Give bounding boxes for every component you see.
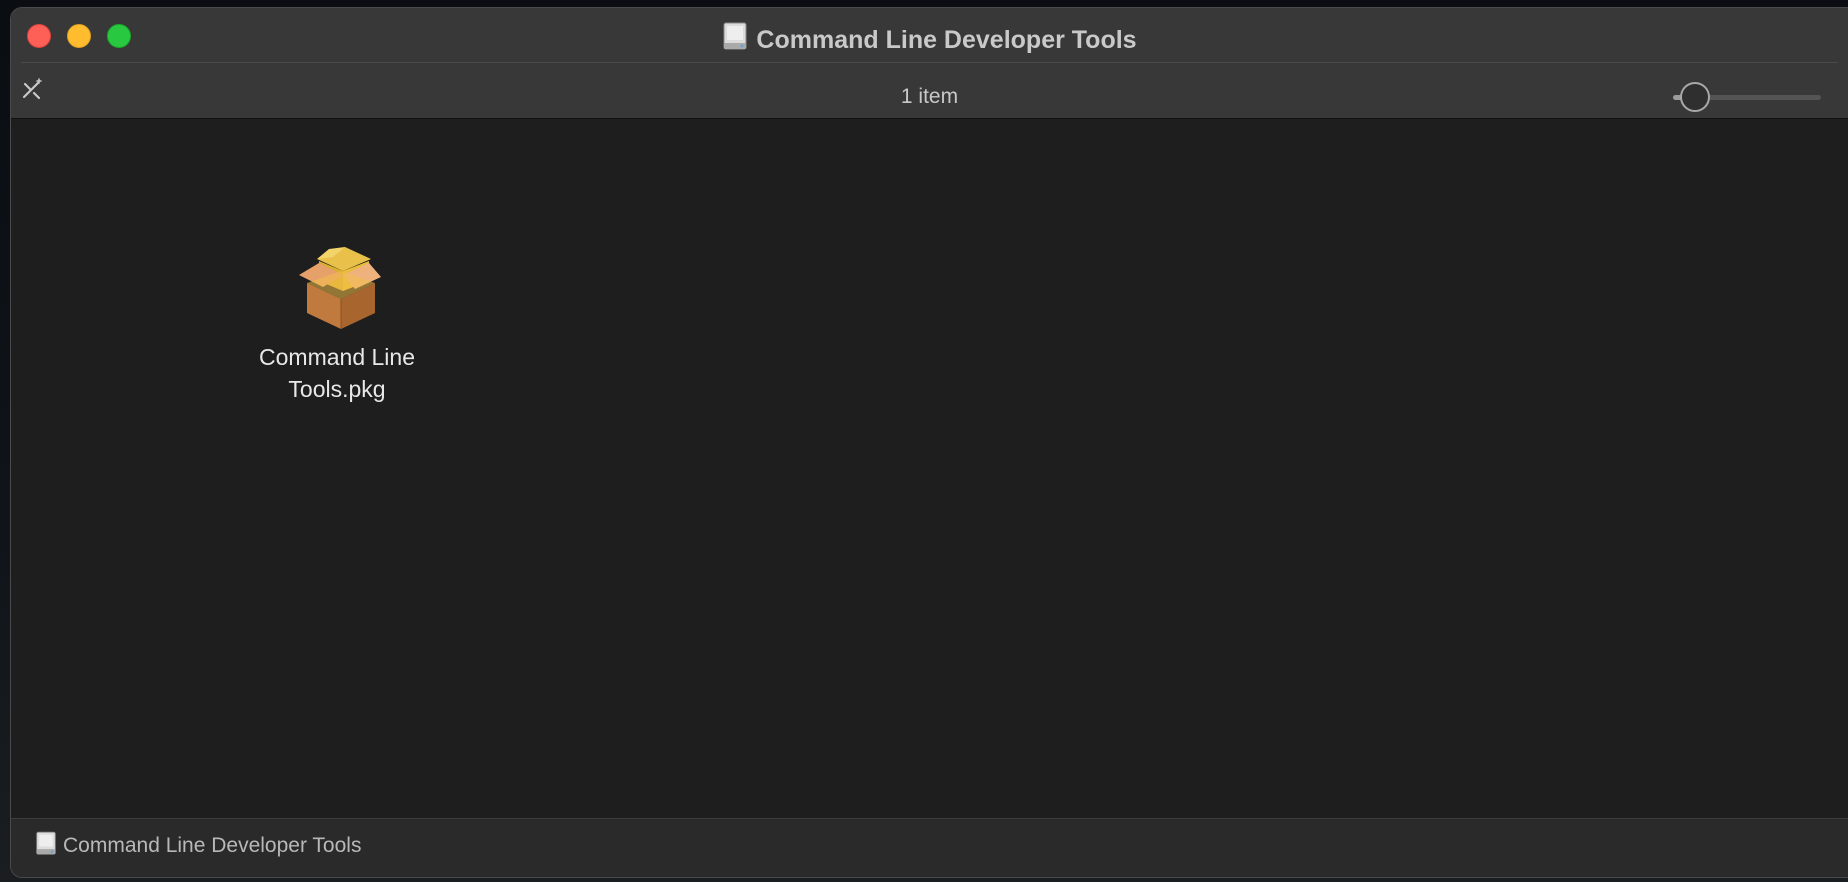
path-bar: Command Line Developer Tools <box>11 818 1848 877</box>
external-disk-icon <box>35 831 57 866</box>
window-title: Command Line Developer Tools <box>11 22 1848 60</box>
path-bar-item[interactable]: Command Line Developer Tools <box>35 831 361 866</box>
file-name-line-2: Tools.pkg <box>288 376 386 402</box>
finder-window: Command Line Developer Tools 1 item Comm… <box>10 7 1848 878</box>
file-item-command-line-tools-pkg[interactable]: Command Line Tools.pkg <box>227 241 447 405</box>
file-browser-area[interactable]: Command Line Tools.pkg <box>11 119 1848 819</box>
window-title-text: Command Line Developer Tools <box>756 26 1137 54</box>
file-name: Command Line Tools.pkg <box>227 341 447 405</box>
package-icon <box>289 241 385 331</box>
title-bar: Command Line Developer Tools 1 item <box>11 8 1848 119</box>
external-disk-icon <box>722 22 748 60</box>
path-bar-label: Command Line Developer Tools <box>63 834 362 857</box>
item-count: 1 item <box>900 85 959 108</box>
file-name-line-1: Command Line <box>259 344 415 370</box>
titlebar-divider <box>21 62 1838 63</box>
slider-thumb[interactable] <box>1680 82 1711 112</box>
icon-size-slider[interactable] <box>1661 82 1831 112</box>
